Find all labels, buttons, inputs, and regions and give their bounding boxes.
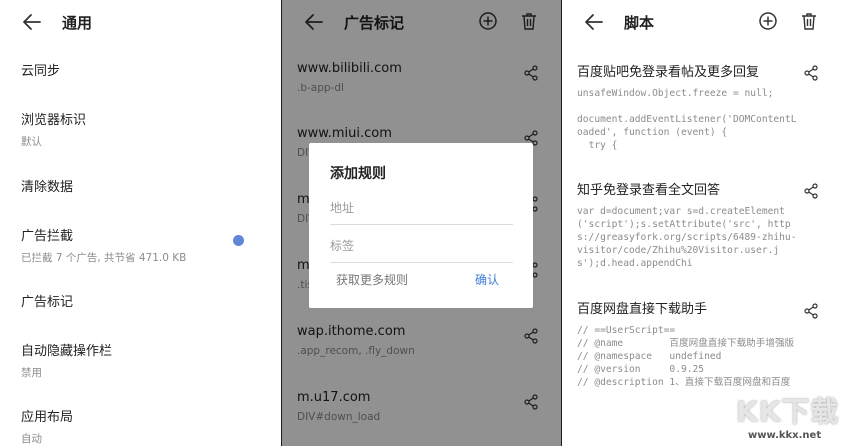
tag-field[interactable]: 标签: [330, 237, 513, 263]
back-arrow-icon[interactable]: [22, 12, 42, 32]
add-rule-dialog: 添加规则 地址 标签 获取更多规则 确认: [309, 143, 533, 308]
setting-ad-block[interactable]: 广告拦截 已拦截 7 个广告, 共节省 471.0 KB: [21, 225, 271, 265]
share-icon[interactable]: [803, 183, 819, 199]
page-title: 通用: [62, 14, 93, 32]
top-bar: 脚本: [562, 0, 853, 44]
setting-ad-marks[interactable]: 广告标记: [21, 291, 271, 310]
address-placeholder: 地址: [330, 201, 355, 215]
setting-label: 云同步: [21, 64, 61, 79]
tag-placeholder: 标签: [330, 239, 355, 253]
dialog-title: 添加规则: [330, 166, 386, 182]
top-bar: 通用: [0, 0, 281, 44]
script-code-preview: // ==UserScript== // @name 百度网盘直接下载助手增强版…: [577, 325, 795, 388]
site-watermark: KK下载 www.kkx.net: [736, 386, 853, 446]
setting-cloud-sync[interactable]: 云同步: [21, 60, 271, 79]
page-title: 脚本: [624, 14, 655, 32]
script-code-preview: unsafeWindow.Object.freeze = null; docum…: [577, 88, 797, 151]
setting-clear-data[interactable]: 清除数据: [21, 176, 271, 195]
ad-rules-panel: 广告标记 www.bilibili.com .b-app-dl www.miui…: [282, 0, 561, 446]
setting-app-layout[interactable]: 应用布局 自动: [21, 406, 271, 446]
setting-label: 自动隐藏操作栏: [21, 344, 113, 359]
script-name: 百度网盘直接下载助手: [577, 302, 708, 317]
setting-label: 广告标记: [21, 295, 74, 310]
watermark-logo-text: KK下载: [736, 395, 840, 428]
back-arrow-icon[interactable]: [584, 12, 604, 32]
setting-value: 默认: [21, 136, 42, 148]
script-name: 知乎免登录查看全文回答: [577, 183, 721, 198]
script-item[interactable]: 百度网盘直接下载助手 // ==UserScript== // @name 百度…: [577, 298, 799, 389]
watermark-url: www.kkx.net: [748, 430, 822, 441]
share-icon[interactable]: [803, 303, 819, 319]
trash-icon[interactable]: [799, 11, 819, 31]
setting-value: 禁用: [21, 367, 42, 379]
setting-label: 浏览器标识: [21, 113, 87, 128]
general-settings-panel: 通用 云同步 浏览器标识 默认 清除数据 广告拦截 已拦截 7 个广告, 共节省…: [0, 0, 281, 446]
confirm-button[interactable]: 确认: [475, 271, 499, 288]
add-circle-icon[interactable]: [758, 11, 778, 31]
get-more-rules-button[interactable]: 获取更多规则: [336, 271, 408, 288]
setting-auto-hide-toolbar[interactable]: 自动隐藏操作栏 禁用: [21, 340, 271, 380]
share-icon[interactable]: [803, 65, 819, 81]
ad-block-toggle[interactable]: [233, 235, 244, 246]
scripts-panel: 脚本 百度贴吧免登录看帖及更多回复 unsafeWindow.Object.fr…: [562, 0, 853, 446]
script-name: 百度贴吧免登录看帖及更多回复: [577, 65, 760, 80]
setting-value: 自动: [21, 433, 42, 445]
setting-label: 应用布局: [21, 410, 74, 425]
setting-value: 已拦截 7 个广告, 共节省 471.0 KB: [21, 252, 187, 264]
setting-user-agent[interactable]: 浏览器标识 默认: [21, 109, 271, 149]
script-code-preview: var d=document;var s=d.createElement('sc…: [577, 206, 797, 269]
script-item[interactable]: 知乎免登录查看全文回答 var d=document;var s=d.creat…: [577, 179, 799, 270]
script-item[interactable]: 百度贴吧免登录看帖及更多回复 unsafeWindow.Object.freez…: [577, 61, 799, 152]
screenshot-composite: 通用 云同步 浏览器标识 默认 清除数据 广告拦截 已拦截 7 个广告, 共节省…: [0, 0, 853, 446]
address-field[interactable]: 地址: [330, 199, 513, 225]
setting-label: 清除数据: [21, 180, 74, 195]
